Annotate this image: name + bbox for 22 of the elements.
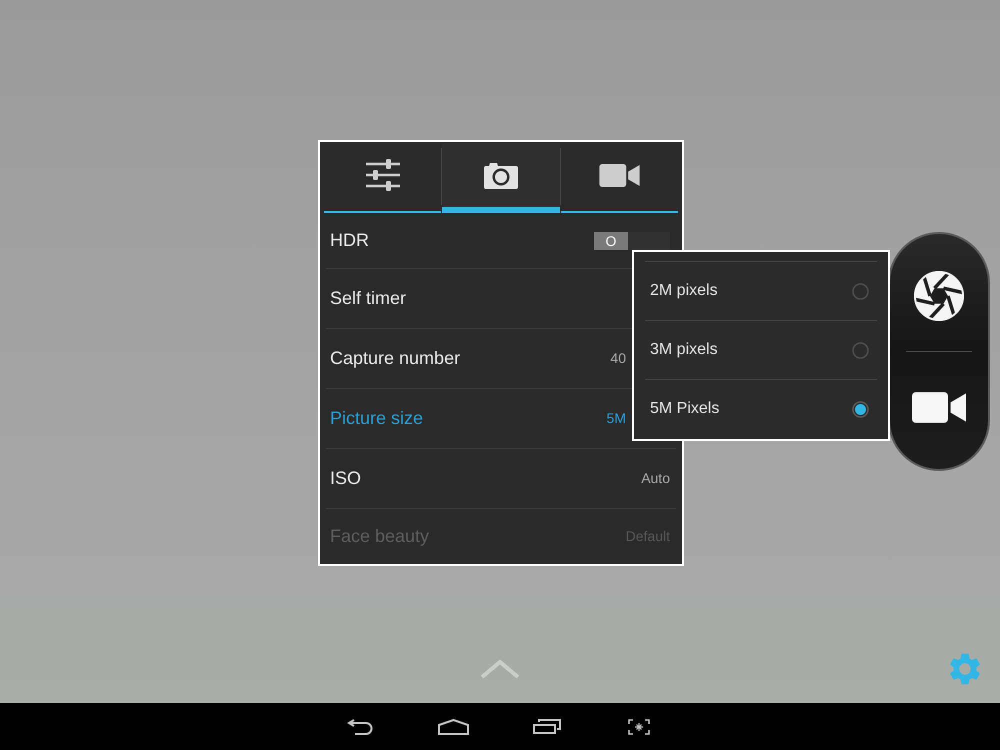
setting-value: Auto	[641, 469, 670, 488]
setting-label[interactable]: Picture size	[330, 405, 424, 432]
shutter-icon[interactable]	[914, 270, 964, 320]
setting-value: 5M	[606, 409, 626, 428]
setting-label[interactable]: Self timer	[330, 285, 406, 312]
video-camera-icon	[598, 164, 640, 186]
sliders-icon	[364, 159, 401, 191]
picture-size-option[interactable]: 2M pixels	[645, 261, 877, 320]
back-icon[interactable]	[345, 718, 374, 734]
setting-value: 40	[610, 349, 626, 368]
hdr-switch[interactable]: O	[594, 232, 670, 250]
video-camera-icon[interactable]	[912, 392, 966, 423]
picture-size-option[interactable]: 3M pixels	[645, 320, 877, 379]
setting-label[interactable]: HDR	[330, 227, 369, 254]
picture-size-option[interactable]: 5M Pixels	[645, 379, 877, 438]
camera-icon	[482, 162, 519, 188]
recent-apps-icon[interactable]	[533, 719, 561, 734]
setting-label[interactable]: ISO	[330, 465, 362, 492]
setting-label[interactable]: Capture number	[330, 345, 460, 372]
home-icon[interactable]	[438, 718, 469, 734]
settings-tab[interactable]	[442, 143, 560, 213]
screenshot-icon[interactable]	[628, 718, 650, 734]
